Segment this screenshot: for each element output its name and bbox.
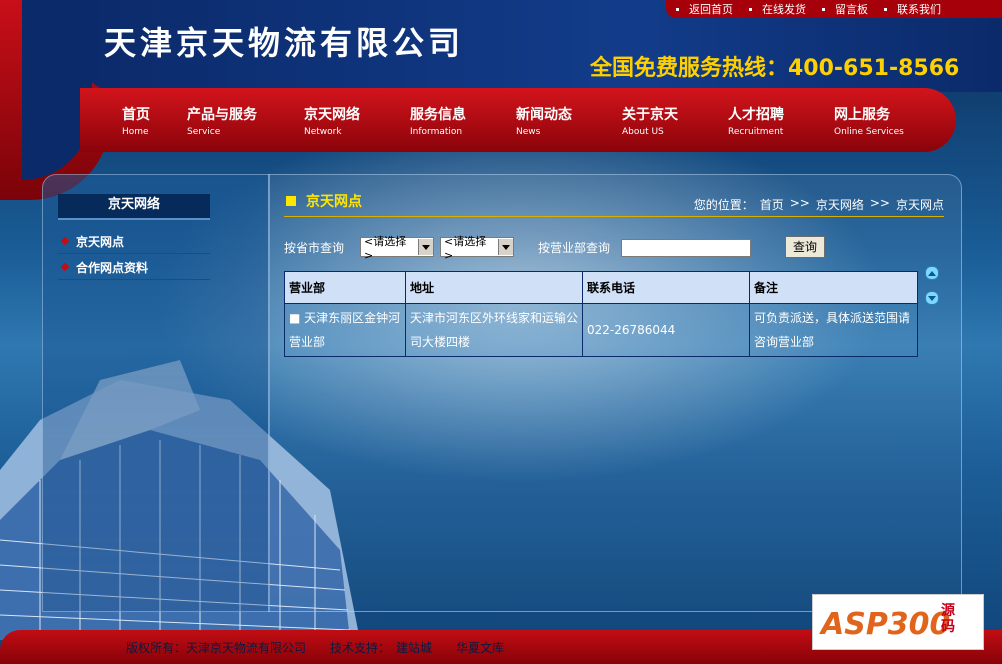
tech-support-label: 技术支持： [330,641,391,655]
sidebar-item-partner-branches[interactable]: 合作网点资料 [58,255,210,280]
library-link[interactable]: 华夏文库 [456,639,504,656]
nav-information[interactable]: 服务信息 Information [410,104,466,137]
breadcrumb-prefix: 您的位置： [693,198,754,212]
province-select[interactable]: <请选择> [360,235,435,262]
copyright: 版权所有：天津京天物流有限公司 [126,641,307,655]
breadcrumb: 您的位置： 首页 >> 京天网络 >> 京天网点 [694,196,944,213]
logo-text: ASP300 [821,607,951,642]
sidebar-item-label: 合作网点资料 [76,260,149,275]
chevron-down-icon [418,239,434,255]
section-marker-icon [286,196,296,206]
diamond-bullet-icon [60,262,70,272]
column-header: 地址 [405,271,583,304]
table-header-row: 营业部 地址 联系电话 备注 [284,271,918,304]
scroll-up-icon[interactable] [925,266,939,280]
top-link-home[interactable]: 返回首页 [666,1,739,17]
header: 天津京天物流有限公司 全国免费服务热线：400-651-8566 返回首页 在线… [0,0,1002,200]
search-button[interactable]: 查询 [785,236,825,258]
asp300-logo: ASP300 源码 [812,594,984,650]
chevron-down-icon [498,239,514,255]
scroll-down-icon[interactable] [925,291,939,305]
breadcrumb-current: 京天网点 [895,198,944,212]
table-row: ■ 天津东丽区金钟河营业部 天津市河东区外环线家和运输公司大楼四楼 022-26… [284,303,918,357]
nav-about[interactable]: 关于京天 About US [622,104,678,137]
nav-home[interactable]: 首页 Home [122,104,150,137]
cell-phone: 022-26786044 [582,303,750,357]
breadcrumb-home[interactable]: 首页 [760,196,784,213]
breadcrumb-separator: >> [789,196,810,210]
sidebar-title: 京天网络 [58,194,210,220]
top-links: 返回首页 在线发货 留言板 联系我们 [666,0,1002,18]
nav-service[interactable]: 产品与服务 Service [187,104,257,137]
province-query-label: 按省市查询 [284,240,345,255]
top-link-contact[interactable]: 联系我们 [874,1,947,17]
diamond-bullet-icon [60,236,70,246]
query-bar: 按省市查询 <请选择> <请选择> 按营业部查询 [284,235,611,262]
sidebar-item-branches[interactable]: 京天网点 [58,229,210,254]
column-header: 联系电话 [582,271,750,304]
column-header: 备注 [749,271,918,304]
cell-branch: ■ 天津东丽区金钟河营业部 [284,303,406,357]
breadcrumb-network[interactable]: 京天网络 [816,196,864,213]
logo-subtext: 源码 [941,603,955,635]
branch-query-label: 按营业部查询 [538,240,611,255]
column-header: 营业部 [284,271,406,304]
top-link-guestbook[interactable]: 留言板 [812,1,874,17]
hotline: 全国免费服务热线：400-651-8566 [590,56,960,81]
nav-recruitment[interactable]: 人才招聘 Recruitment [728,104,784,137]
footer-text: 版权所有：天津京天物流有限公司 技术支持： 建站城 华夏文库 [126,639,504,656]
nav-network[interactable]: 京天网络 Network [304,104,360,137]
nav-news[interactable]: 新闻动态 News [516,104,572,137]
tech-support-link[interactable]: 建站城 [396,639,432,656]
cell-note: 可负责派送，具体派送范围请咨询营业部 [749,303,918,357]
top-link-ship-online[interactable]: 在线发货 [739,1,812,17]
company-name: 天津京天物流有限公司 [104,24,465,62]
nav-online-services[interactable]: 网上服务 Online Services [834,104,904,137]
city-select[interactable]: <请选择> [440,235,515,262]
branch-table: 营业部 地址 联系电话 备注 ■ 天津东丽区金钟河营业部 天津市河东区外环线家和… [284,271,918,357]
section-title: 京天网点 [306,194,362,210]
branch-search-input[interactable] [621,239,751,257]
cell-address: 天津市河东区外环线家和运输公司大楼四楼 [405,303,583,357]
breadcrumb-separator: >> [869,196,890,210]
sidebar-item-label: 京天网点 [76,234,125,249]
